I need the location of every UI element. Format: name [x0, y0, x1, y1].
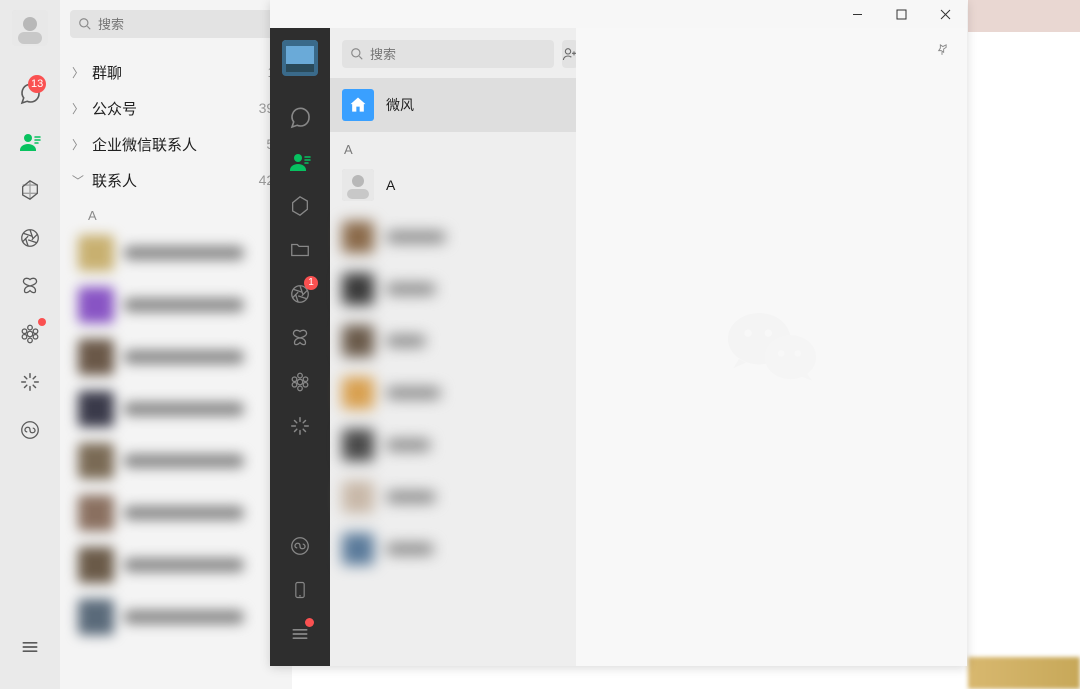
folder-icon[interactable]	[270, 228, 330, 272]
w1-search-input[interactable]	[98, 17, 274, 32]
contact-row[interactable]	[330, 263, 576, 315]
cat-contacts[interactable]: 〉 联系人 422	[70, 162, 282, 198]
wechat-window-1: 13	[0, 0, 268, 689]
w2-search-input[interactable]	[370, 47, 546, 62]
search-icon	[78, 17, 92, 31]
bg-strip-bottom	[968, 657, 1080, 689]
w1-search[interactable]	[70, 10, 282, 38]
maximize-button[interactable]	[879, 0, 923, 28]
spark-icon[interactable]	[0, 358, 60, 406]
flower-icon[interactable]	[270, 360, 330, 404]
miniprogram-icon[interactable]	[270, 524, 330, 568]
list-item[interactable]	[70, 331, 282, 383]
contact-avatar	[342, 169, 374, 201]
home-icon	[342, 89, 374, 121]
contact-row[interactable]	[330, 523, 576, 575]
cat-label: 公众号	[92, 98, 137, 119]
contact-row[interactable]	[330, 315, 576, 367]
cat-official[interactable]: 〉 公众号 399	[70, 90, 282, 126]
w2-letter-header: A	[330, 132, 576, 159]
list-item[interactable]	[70, 383, 282, 435]
discover-icon[interactable]	[0, 166, 60, 214]
aperture-icon[interactable]	[0, 214, 60, 262]
search-icon	[350, 47, 364, 61]
w1-contact-panel: 〉 群聊 11 〉 公众号 399 〉 企业微信联系人 59 〉 联系人 422…	[60, 0, 292, 689]
menu-icon[interactable]	[0, 623, 60, 671]
w2-contact-panel: 微风 A A	[330, 28, 576, 666]
chat-icon[interactable]	[270, 96, 330, 140]
pin-icon[interactable]	[935, 42, 949, 56]
butterfly-icon[interactable]	[270, 316, 330, 360]
w1-sidebar: 13	[0, 0, 60, 689]
contact-row[interactable]	[330, 367, 576, 419]
w2-avatar[interactable]	[282, 40, 318, 76]
bg-strip-top	[968, 0, 1080, 32]
miniprogram-icon[interactable]	[0, 406, 60, 454]
flower-dot	[38, 318, 46, 326]
cat-groupchat[interactable]: 〉 群聊 11	[70, 54, 282, 90]
chat-badge: 13	[28, 75, 46, 93]
contacts-icon[interactable]	[0, 118, 60, 166]
list-item[interactable]	[70, 591, 282, 643]
chevron-right-icon: 〉	[70, 64, 86, 81]
wechat-logo	[726, 307, 818, 387]
list-item[interactable]	[70, 279, 282, 331]
chevron-down-icon: 〉	[70, 172, 87, 188]
flower-icon[interactable]	[0, 310, 60, 358]
cat-label: 群聊	[92, 62, 122, 83]
phone-icon[interactable]	[270, 568, 330, 612]
w2-detail-panel	[576, 28, 967, 666]
close-button[interactable]	[923, 0, 967, 28]
chevron-right-icon: 〉	[70, 136, 86, 153]
w1-letter-header: A	[70, 198, 282, 227]
list-item[interactable]	[70, 487, 282, 539]
list-item[interactable]	[70, 227, 282, 279]
minimize-button[interactable]	[835, 0, 879, 28]
cat-label: 联系人	[92, 170, 137, 191]
w2-sidebar: 1	[270, 28, 330, 666]
contact-row[interactable]: A	[330, 159, 576, 211]
special-entry[interactable]: 微风	[330, 78, 576, 132]
chevron-right-icon: 〉	[70, 100, 86, 117]
discover-icon[interactable]	[270, 184, 330, 228]
cat-wecom[interactable]: 〉 企业微信联系人 59	[70, 126, 282, 162]
butterfly-icon[interactable]	[0, 262, 60, 310]
special-label: 微风	[386, 95, 414, 115]
menu-icon[interactable]	[270, 612, 330, 656]
w1-avatar[interactable]	[12, 10, 48, 46]
contact-row[interactable]	[330, 419, 576, 471]
list-item[interactable]	[70, 435, 282, 487]
titlebar	[270, 0, 967, 28]
contact-row[interactable]	[330, 471, 576, 523]
spark-icon[interactable]	[270, 404, 330, 448]
cat-label: 企业微信联系人	[92, 134, 197, 155]
chat-icon[interactable]: 13	[0, 70, 60, 118]
aperture-badge: 1	[304, 276, 318, 290]
w2-search[interactable]	[342, 40, 554, 68]
contact-row[interactable]	[330, 211, 576, 263]
list-item[interactable]	[70, 539, 282, 591]
wechat-window-2: 1	[270, 0, 967, 666]
contact-name: A	[386, 177, 395, 193]
menu-dot	[305, 618, 314, 627]
contacts-icon[interactable]	[270, 140, 330, 184]
aperture-icon[interactable]: 1	[270, 272, 330, 316]
